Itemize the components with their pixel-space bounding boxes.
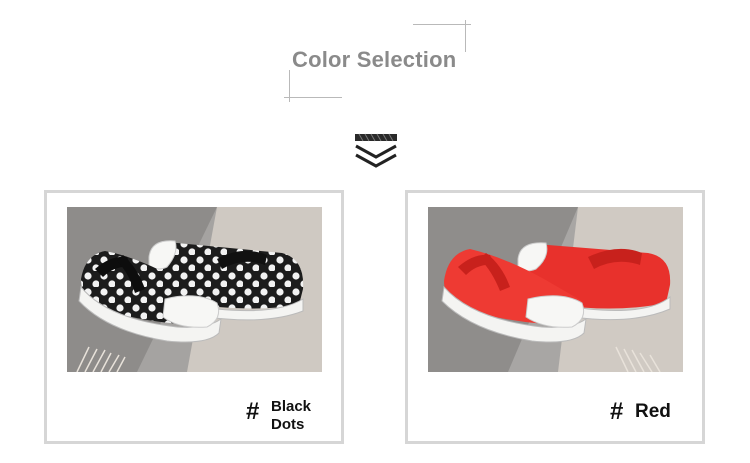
chevron-down-icon: [355, 133, 397, 168]
option-name: Red: [635, 401, 671, 422]
color-option-black-dots[interactable]: # Black Dots: [44, 190, 344, 444]
option-name-line1: Black: [271, 398, 312, 415]
page-title: Color Selection: [292, 47, 457, 72]
header-line-top-vertical: [465, 20, 466, 52]
red-shoe-photo: [428, 207, 683, 372]
header-line-bottom: [284, 97, 342, 98]
header-line-top: [413, 24, 471, 25]
hash-symbol: #: [246, 398, 260, 425]
header-line-bottom-vertical: [289, 70, 290, 102]
color-option-red[interactable]: # Red: [405, 190, 705, 444]
hash-symbol: #: [610, 398, 624, 425]
option-name-line2: Dots: [271, 416, 305, 433]
black-dots-shoe-photo: [67, 207, 322, 372]
